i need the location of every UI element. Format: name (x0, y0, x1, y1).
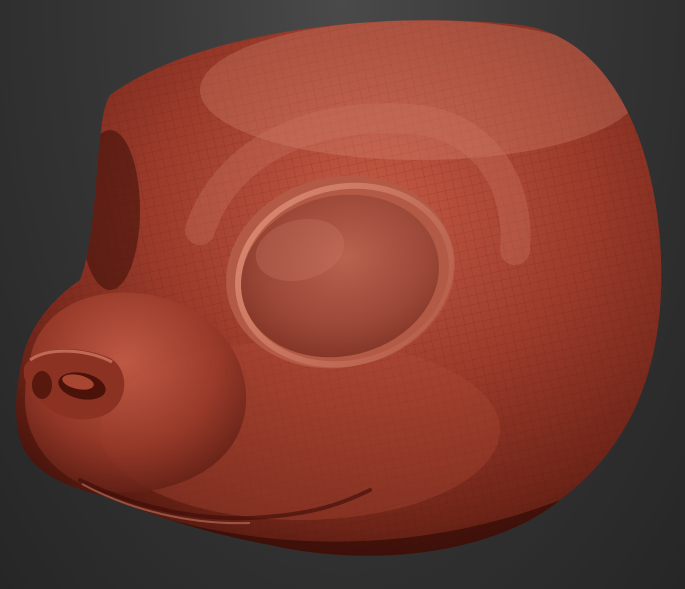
model-render (16, 20, 662, 556)
sculpt-viewport[interactable] (0, 0, 685, 589)
nostril (32, 371, 52, 399)
